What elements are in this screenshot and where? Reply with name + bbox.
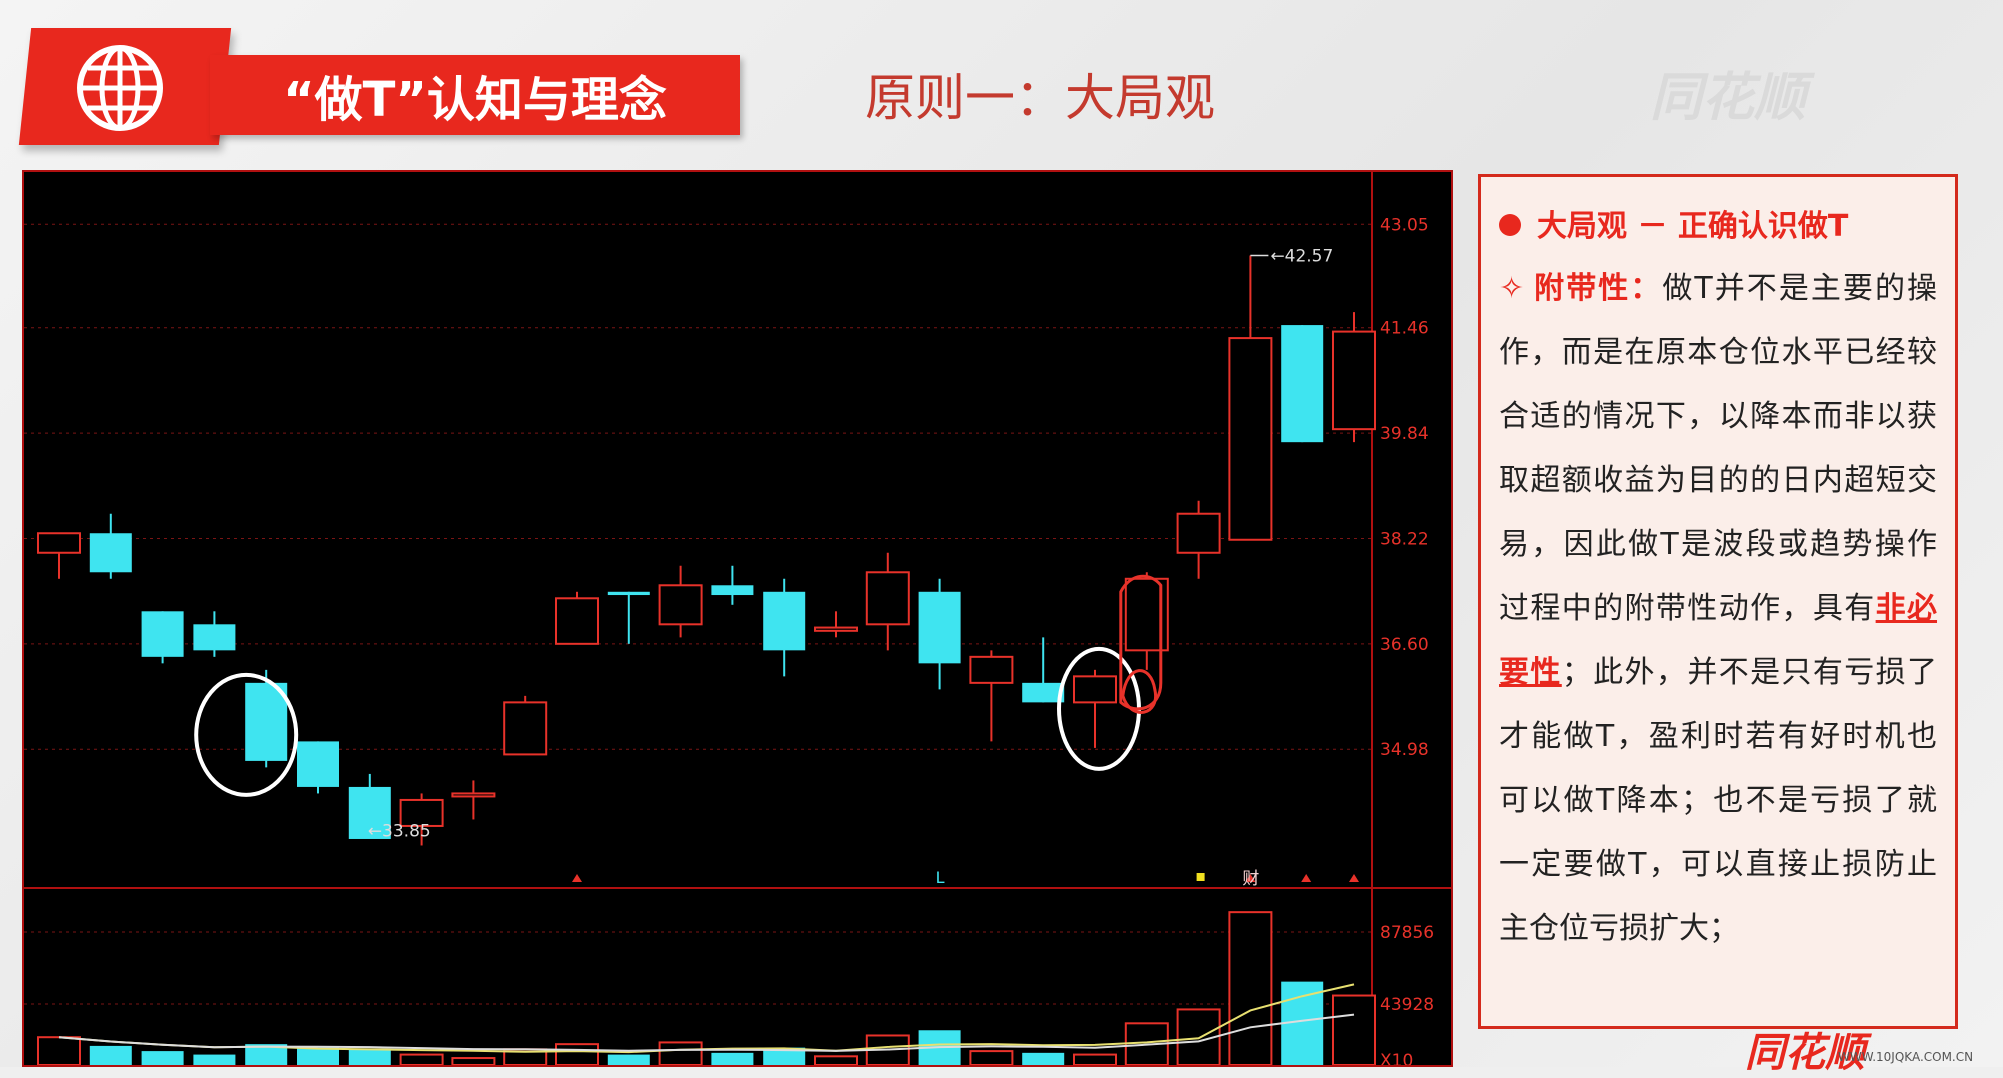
- sparkle-icon: ✧: [1499, 271, 1525, 306]
- marker-square: [1196, 873, 1205, 881]
- price-tick-label: 39.84: [1380, 424, 1429, 444]
- candle-body: [607, 591, 650, 596]
- volume-tick-label: X10: [1380, 1051, 1413, 1065]
- principle-heading: 原则一：大局观: [865, 69, 1215, 127]
- price-tick-label: 43.05: [1380, 215, 1429, 235]
- volume-bar: [141, 1051, 184, 1065]
- volume-bar: [89, 1045, 132, 1065]
- attribute-label: 附带性：: [1532, 271, 1663, 306]
- chart-canvas: 43.05 41.46 39.84 38.22 36.60 34.98 87856 43928…: [24, 172, 1451, 1065]
- volume-bar: [711, 1052, 754, 1065]
- marker-L: L: [936, 868, 945, 887]
- volume-bar: [297, 1047, 339, 1065]
- brand-logo-bottom: 同花顺: [1745, 1030, 1865, 1076]
- candle-body: [658, 584, 703, 626]
- event-marker-icon: [1349, 874, 1359, 882]
- candle-body: [503, 701, 548, 756]
- candle-body: [1281, 325, 1324, 443]
- price-tick-label: 38.22: [1380, 529, 1429, 549]
- candle-body: [555, 597, 599, 645]
- panel-heading: 大局观 － 正确认识做T: [1537, 209, 1849, 244]
- bullet-dot-icon: [1499, 213, 1521, 236]
- event-marker-icon: [572, 874, 582, 882]
- low-label: ←33.85: [368, 822, 431, 842]
- volume-bar: [1332, 994, 1376, 1065]
- candle-body: [297, 741, 339, 787]
- highlight-circle: [1057, 646, 1141, 771]
- price-tick-label: 41.46: [1380, 319, 1429, 339]
- volume-bar: [814, 1055, 858, 1065]
- volume-bar: [658, 1041, 703, 1065]
- volume-ma5-line: [58, 983, 1355, 1054]
- panel-body: ✧ 附带性：做T并不是主要的操作，而是在原本仓位水平已经较合适的情况下，以降本而非…: [1499, 257, 1937, 961]
- candle-body: [865, 571, 910, 626]
- candle-body: [141, 611, 184, 657]
- candlestick-chart: 43.05 41.46 39.84 38.22 36.60 34.98 87856 43928…: [22, 170, 1453, 1067]
- high-label: ←42.57: [1270, 246, 1333, 266]
- candle-body: [451, 792, 496, 798]
- event-marker-icon: [1301, 874, 1312, 882]
- globe-icon: [77, 45, 163, 131]
- section-title: “做T”认知与理念: [210, 55, 740, 135]
- marker-cai: 财: [1242, 869, 1259, 889]
- candle-body: [193, 624, 236, 651]
- paragraph-part-2: ；此外，并不是只有亏损了才能做T，盈利时若有好时机也可以做T降本；也不是亏损了就…: [1499, 655, 1938, 946]
- price-tick-label: 36.60: [1380, 635, 1429, 655]
- candle-body: [1332, 330, 1376, 431]
- candle-body: [918, 591, 961, 664]
- volume-bar: [1228, 911, 1273, 1065]
- candle-body: [1073, 675, 1117, 704]
- candle-body: [1176, 512, 1221, 554]
- panel-heading-row: 大局观 － 正确认识做T: [1499, 197, 1937, 257]
- volume-bar: [399, 1053, 444, 1065]
- volume-bar: [555, 1043, 599, 1065]
- volume-bar: [193, 1054, 236, 1065]
- volume-bar: [1022, 1052, 1065, 1065]
- volume-bar: [1073, 1053, 1117, 1065]
- volume-bar: [969, 1050, 1014, 1065]
- candle-body: [37, 532, 81, 554]
- brand-watermark: 同花顺: [1650, 68, 1807, 128]
- candle-body: [969, 655, 1014, 684]
- volume-tick-label: 43928: [1380, 995, 1434, 1015]
- explanation-panel: 大局观 － 正确认识做T ✧ 附带性：做T并不是主要的操作，而是在原本仓位水平已经…: [1478, 174, 1958, 1029]
- brand-url: WWW.10JQKA.COM.CN: [1838, 1050, 1974, 1064]
- paragraph-part-1: 做T并不是主要的操作，而是在原本仓位水平已经较合适的情况下，以降本而非以获取超额…: [1499, 271, 1938, 626]
- candle-body: [711, 585, 754, 596]
- candle-body: [1228, 337, 1273, 541]
- volume-bar: [37, 1036, 81, 1065]
- volume-tick-label: 87856: [1380, 923, 1434, 943]
- candle-body: [814, 626, 858, 632]
- volume-bar: [451, 1057, 496, 1065]
- candle-body: [89, 533, 132, 573]
- candle-body: [763, 591, 806, 651]
- price-tick-label: 34.98: [1380, 740, 1429, 760]
- volume-bar: [348, 1049, 391, 1065]
- volume-bar: [607, 1054, 650, 1065]
